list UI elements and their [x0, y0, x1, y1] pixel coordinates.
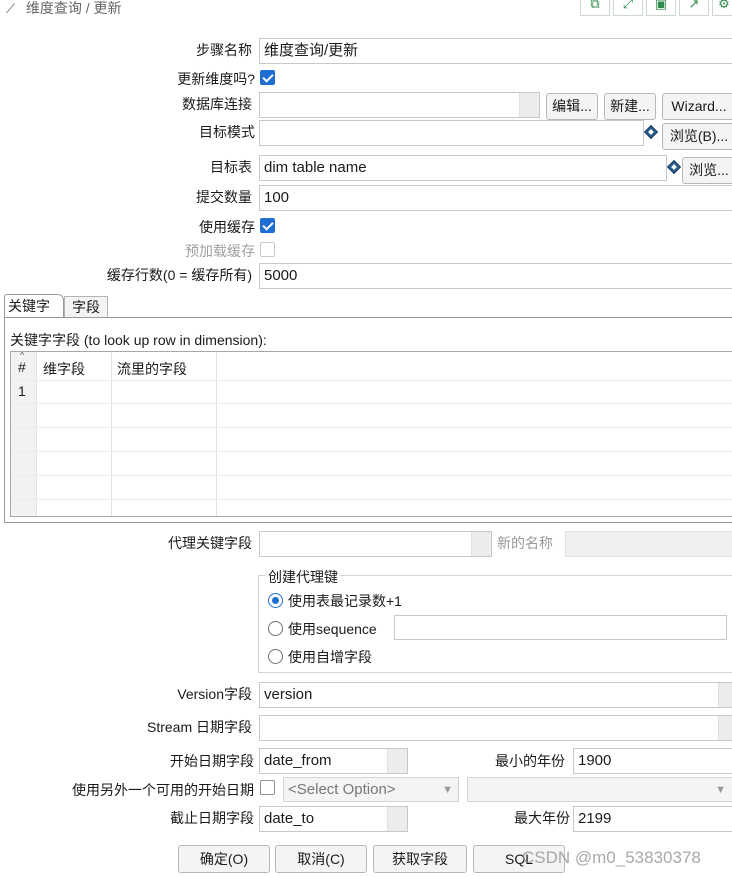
edit-connection-button[interactable]: 编辑... — [546, 93, 598, 120]
create-key-group-label: 创建代理键 — [266, 567, 340, 587]
column-header-number: # — [18, 359, 26, 375]
chevron-down-icon — [471, 532, 491, 556]
column-divider — [216, 352, 217, 516]
radio-table-max-label[interactable]: 使用表最记录数+1 — [288, 591, 402, 611]
alt-start-label: 使用另外一个可用的开始日期 — [72, 782, 254, 798]
target-schema-input[interactable] — [259, 120, 644, 146]
alt-start-checkbox[interactable] — [260, 780, 275, 795]
radio-autoincrement[interactable] — [268, 649, 283, 664]
export-icon[interactable]: ↗ — [679, 0, 709, 16]
ok-button[interactable]: 确定(O) — [178, 845, 270, 873]
step-name-label: 步骤名称 — [196, 42, 252, 58]
column-header-stream-field[interactable]: 流里的字段 — [117, 359, 187, 379]
expand-icon[interactable]: ⤢ — [613, 0, 643, 16]
column-divider — [111, 352, 112, 516]
window-title: 维度查询 / 更新 — [25, 0, 122, 16]
dimension-lookup-icon: ⟋ — [6, 1, 16, 16]
min-year-label: 最小的年份 — [495, 753, 565, 769]
row-divider — [11, 403, 732, 404]
chevron-down-icon: ▼ — [715, 784, 726, 796]
alt-start-select-value: <Select Option> — [288, 781, 396, 798]
cache-rows-label: 缓存行数(0 = 缓存所有) — [106, 267, 252, 283]
window-title-area: ⟋ 维度查询 / 更新 — [6, 0, 122, 16]
watermark: CSDN @m0_53830378 — [522, 848, 701, 867]
keys-tab-panel: 关键字字段 (to look up row in dimension): ^ #… — [4, 317, 732, 523]
target-table-input[interactable]: dim table name — [259, 155, 667, 181]
new-connection-button[interactable]: 新建... — [604, 93, 656, 120]
use-cache-checkbox[interactable] — [260, 218, 275, 233]
update-dimension-checkbox[interactable] — [260, 70, 275, 85]
browse-table-button[interactable]: 浏览... — [682, 157, 732, 184]
radio-autoincrement-label[interactable]: 使用自增字段 — [288, 647, 372, 667]
update-dimension-label: 更新维度吗? — [177, 71, 255, 87]
tab-fields[interactable]: 字段 — [64, 296, 108, 318]
cancel-button[interactable]: 取消(C) — [275, 845, 367, 873]
commit-size-input[interactable]: 100 — [259, 185, 732, 211]
copy-icon[interactable]: ⧉ — [580, 0, 610, 16]
radio-table-max[interactable] — [268, 593, 283, 608]
row-divider — [11, 475, 732, 476]
tab-keys-label: 关键字 — [8, 298, 50, 314]
date-to-label: 截止日期字段 — [170, 810, 254, 826]
stream-date-label: Stream 日期字段 — [146, 719, 252, 735]
get-fields-button[interactable]: 获取字段 — [373, 845, 467, 873]
commit-size-label: 提交数量 — [196, 189, 252, 205]
row-divider — [11, 451, 732, 452]
db-connection-select[interactable] — [259, 92, 540, 118]
alt-start-column-select[interactable]: ▼ — [467, 777, 732, 802]
version-select[interactable]: version — [259, 682, 732, 708]
step-name-input[interactable]: 维度查询/更新 — [259, 38, 732, 64]
row-divider — [11, 499, 732, 500]
tech-key-label: 代理关键字段 — [168, 535, 252, 551]
column-divider — [36, 352, 37, 516]
target-table-label: 目标表 — [210, 159, 252, 175]
min-year-input[interactable]: 1900 — [573, 748, 732, 774]
keys-table: ^ # 维字段 流里的字段 1 — [10, 351, 732, 517]
chevron-down-icon — [718, 683, 732, 707]
db-connection-label: 数据库连接 — [182, 96, 252, 112]
column-header-dim-field[interactable]: 维字段 — [43, 359, 85, 379]
radio-sequence[interactable] — [268, 621, 283, 636]
variable-icon — [666, 159, 682, 175]
preload-cache-label: 预加载缓存 — [185, 243, 255, 259]
preload-cache-checkbox[interactable] — [260, 242, 275, 257]
date-to-select[interactable]: date_to — [259, 806, 408, 832]
new-name-input[interactable] — [565, 531, 732, 557]
max-year-label: 最大年份 — [514, 810, 570, 826]
stream-date-select[interactable] — [259, 715, 732, 741]
browse-schema-button[interactable]: 浏览(B)... — [662, 123, 732, 150]
use-cache-label: 使用缓存 — [199, 219, 255, 235]
wizard-button[interactable]: Wizard... — [662, 93, 732, 120]
tech-key-select[interactable] — [259, 531, 492, 557]
radio-sequence-label[interactable]: 使用sequence — [288, 619, 377, 639]
tab-fields-label: 字段 — [72, 299, 100, 315]
row-number: 1 — [18, 383, 26, 399]
date-from-select[interactable]: date_from — [259, 748, 408, 774]
sequence-name-input[interactable] — [394, 615, 727, 640]
variable-icon — [643, 124, 659, 140]
gear-icon[interactable]: ⚙ — [712, 0, 732, 16]
row-number-column — [11, 352, 36, 516]
cache-rows-input[interactable]: 5000 — [259, 263, 732, 289]
max-year-input[interactable]: 2199 — [573, 806, 732, 832]
chevron-down-icon — [387, 749, 407, 773]
version-label: Version字段 — [177, 686, 252, 702]
chevron-down-icon — [718, 716, 732, 740]
new-name-label: 新的名称 — [497, 535, 553, 551]
chevron-down-icon — [387, 807, 407, 831]
chevron-down-icon: ▼ — [442, 784, 453, 796]
target-schema-label: 目标模式 — [199, 124, 255, 140]
tab-keys[interactable]: 关键字 — [4, 294, 64, 318]
table-row[interactable]: 1 — [11, 381, 732, 403]
keys-caption: 关键字字段 (to look up row in dimension): — [10, 332, 267, 348]
date-from-label: 开始日期字段 — [170, 753, 254, 769]
alt-start-select[interactable]: <Select Option> ▼ — [283, 777, 459, 802]
row-divider — [11, 427, 732, 428]
save-icon[interactable]: ▣ — [646, 0, 676, 16]
chevron-down-icon — [519, 93, 539, 117]
